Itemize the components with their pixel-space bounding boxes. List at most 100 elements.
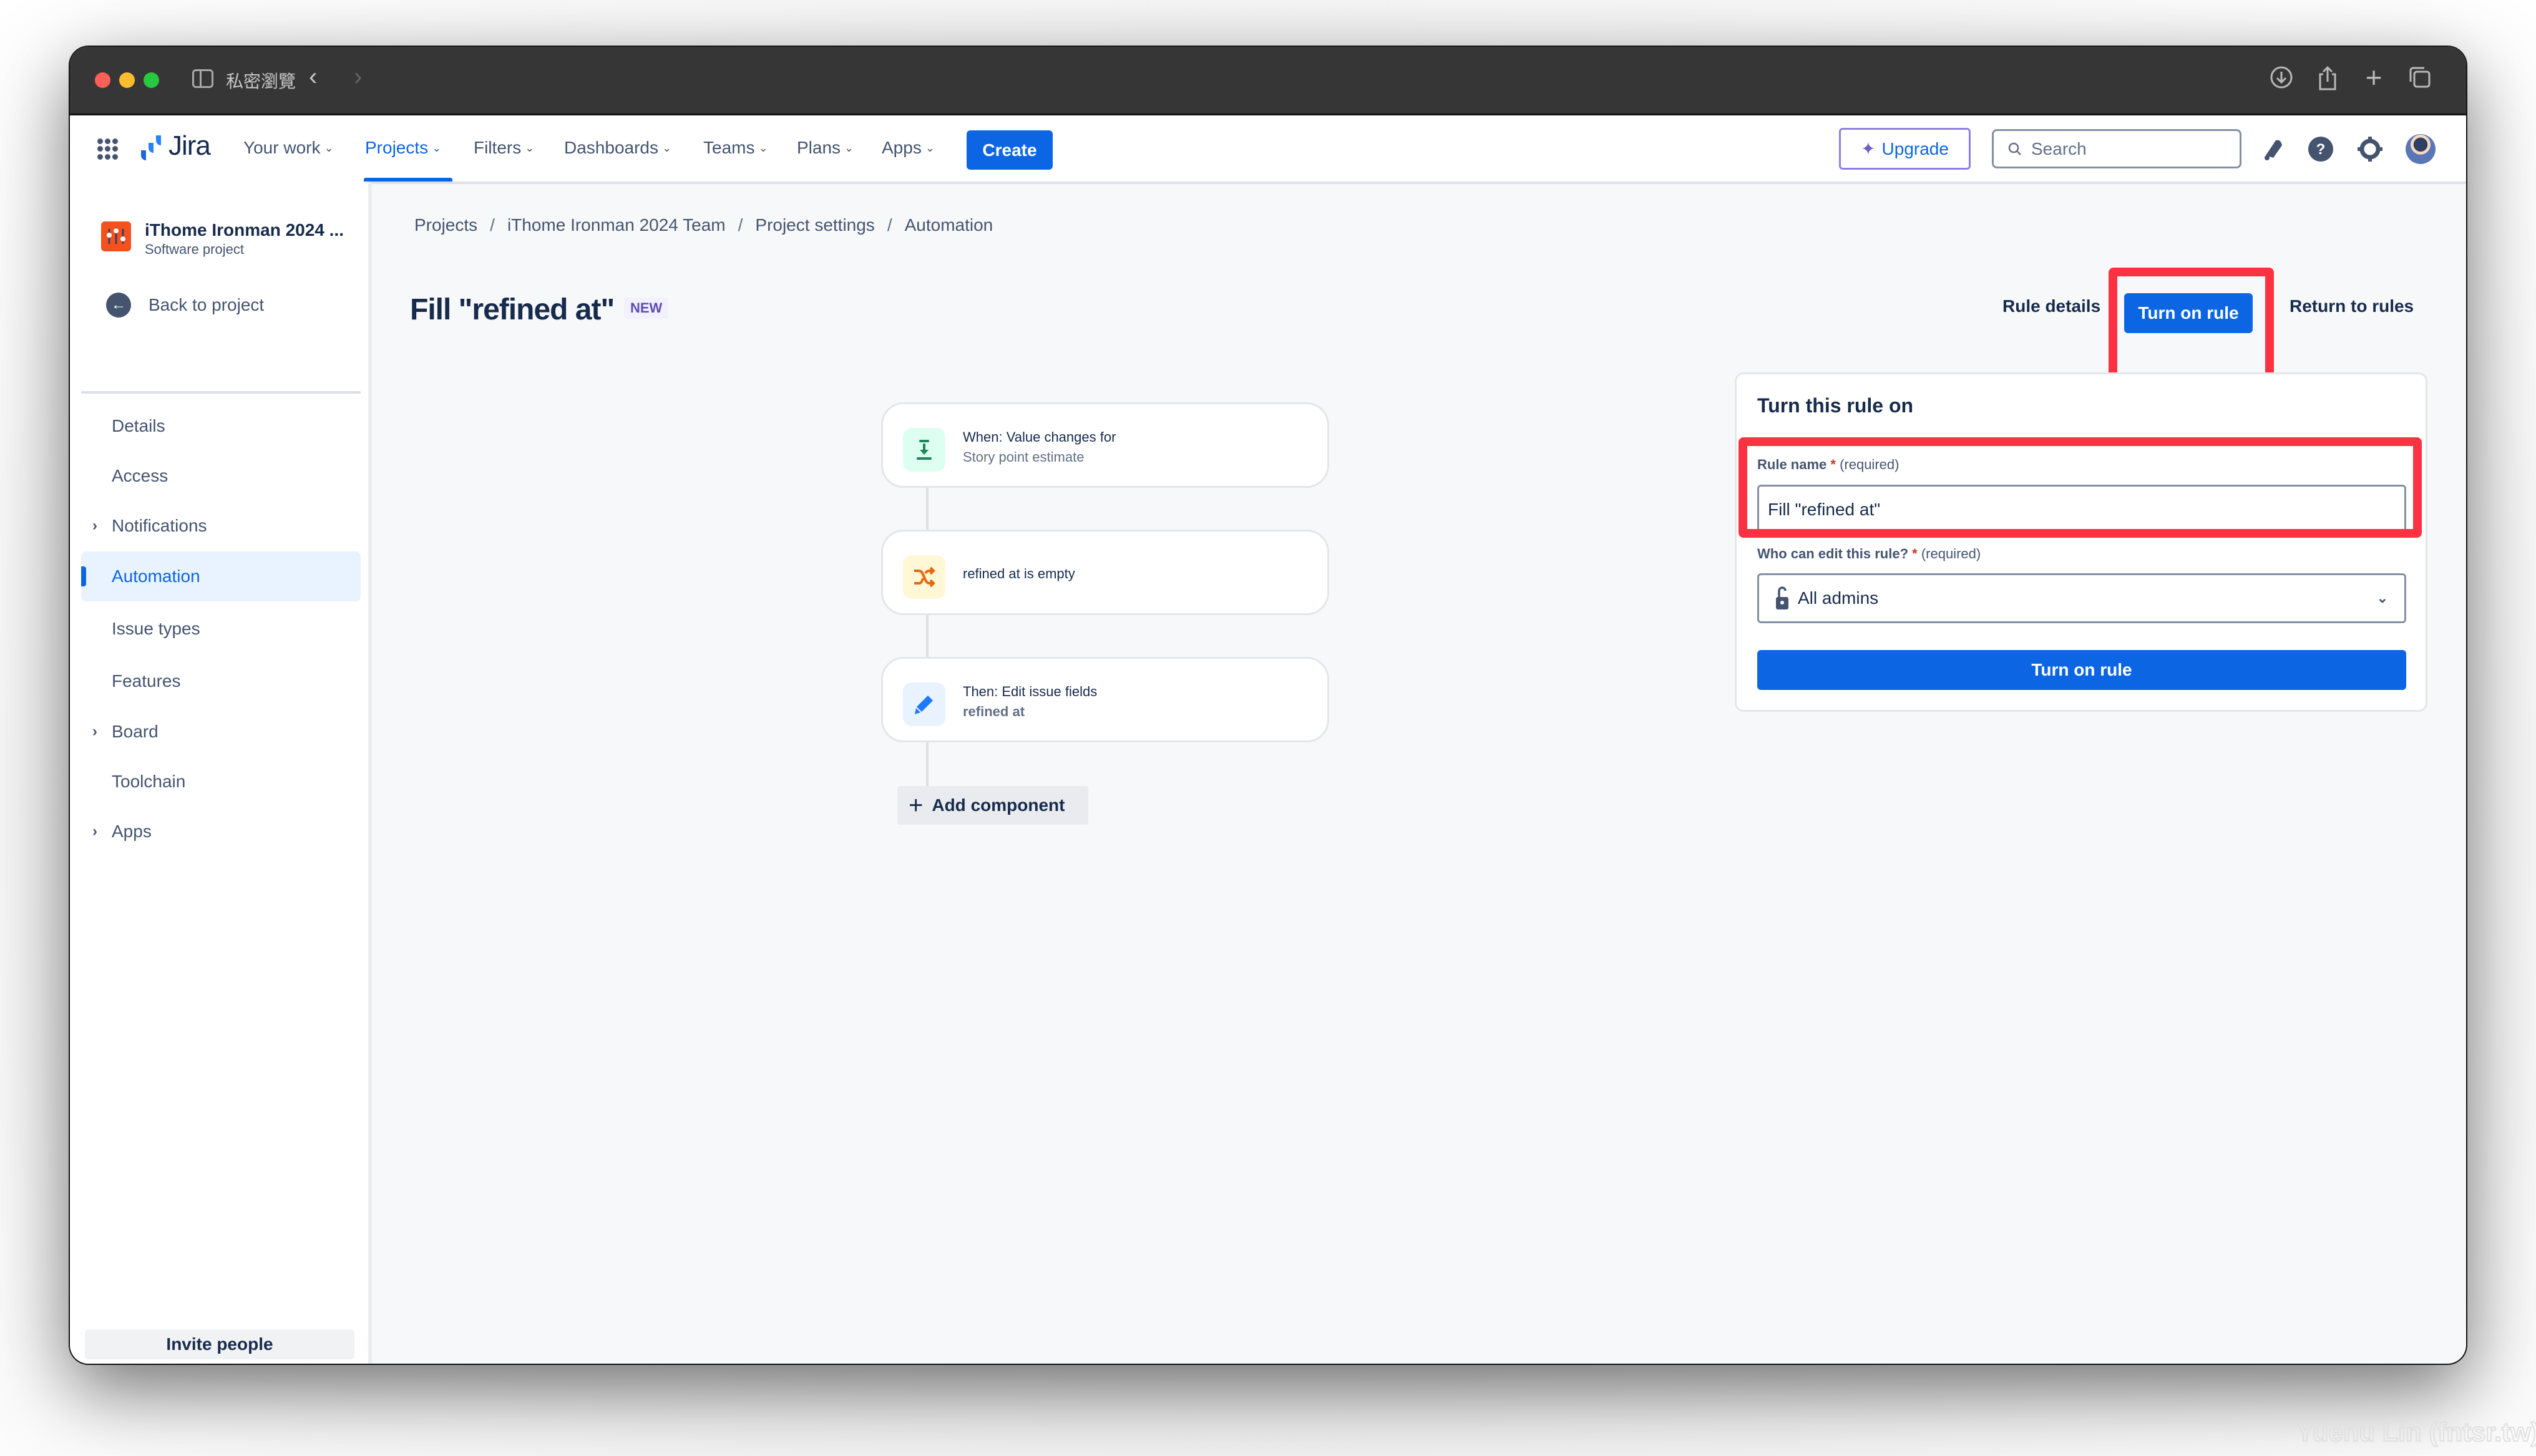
search-input[interactable]: Search xyxy=(1992,129,2241,168)
nav-projects[interactable]: Projects ⌄ xyxy=(365,138,441,158)
required-text: (required) xyxy=(1840,457,1900,472)
sidebar-item-access[interactable]: Access xyxy=(81,451,361,501)
nav-teams[interactable]: Teams ⌄ xyxy=(703,138,768,158)
upgrade-button[interactable]: ✦ Upgrade xyxy=(1839,128,1971,170)
chevron-right-icon: › xyxy=(92,823,97,840)
zoom-window-button[interactable] xyxy=(144,72,159,88)
search-placeholder: Search xyxy=(2031,138,2087,158)
search-icon xyxy=(2008,142,2021,155)
back-nav-icon[interactable]: ‹ xyxy=(309,63,317,91)
condition-title: refined at is empty xyxy=(963,566,1075,581)
svg-text:?: ? xyxy=(2316,141,2326,158)
action-card[interactable]: Then: Edit issue fields refined at xyxy=(881,657,1329,742)
project-avatar-icon xyxy=(101,221,131,251)
minimize-window-button[interactable] xyxy=(119,72,135,88)
notifications-bell-icon[interactable] xyxy=(2257,134,2287,164)
sidebar-item-issue-types[interactable]: Issue types xyxy=(81,604,361,654)
nav-label: Apps xyxy=(882,138,922,157)
new-tab-icon[interactable]: + xyxy=(2360,61,2387,94)
sidebar-item-label: Features xyxy=(112,671,181,691)
jira-wordmark[interactable]: Jira xyxy=(168,130,211,162)
rule-details-button[interactable]: Rule details xyxy=(2002,296,2100,316)
nav-your-work[interactable]: Your work ⌄ xyxy=(243,138,334,158)
label-text: Who can edit this rule? xyxy=(1757,546,1909,561)
sidebar-item-label: Automation xyxy=(112,566,200,586)
forward-nav-icon[interactable]: › xyxy=(354,63,362,91)
sidebar-item-apps[interactable]: › Apps xyxy=(81,807,361,857)
sidebar-item-label: Notifications xyxy=(112,516,207,535)
breadcrumb-project[interactable]: iThome Ironman 2024 Team xyxy=(507,215,726,235)
close-window-button[interactable] xyxy=(95,72,110,88)
sidebar-toggle-icon[interactable] xyxy=(192,69,213,88)
sidebar-item-toolchain[interactable]: Toolchain xyxy=(81,757,361,807)
nav-plans[interactable]: Plans ⌄ xyxy=(797,138,854,158)
help-icon[interactable]: ? xyxy=(2306,134,2336,164)
breadcrumb-automation[interactable]: Automation xyxy=(905,215,993,235)
sidebar-item-notifications[interactable]: › Notifications xyxy=(81,501,361,551)
nav-label: Dashboards xyxy=(564,138,658,157)
nav-dashboards[interactable]: Dashboards ⌄ xyxy=(564,138,671,158)
download-icon[interactable] xyxy=(2268,66,2295,95)
browser-window: 私密瀏覽 ‹ › + Jira Your work ⌄ Projects ⌄ Fil… xyxy=(70,47,2466,1364)
user-avatar[interactable] xyxy=(2406,134,2436,164)
sidebar-item-automation[interactable]: Automation xyxy=(81,551,361,601)
nav-label: Your work xyxy=(243,138,321,157)
back-label: Back to project xyxy=(149,295,265,314)
turn-on-rule-header-button[interactable]: Turn on rule xyxy=(2124,293,2253,333)
return-to-rules-button[interactable]: Return to rules xyxy=(2290,296,2414,316)
turn-on-rule-submit-button[interactable]: Turn on rule xyxy=(1757,650,2406,690)
unlock-icon xyxy=(1776,586,1788,609)
action-title: Then: Edit issue fields xyxy=(963,684,1098,699)
chevron-down-icon: ⌄ xyxy=(525,142,535,154)
sidebar-item-board[interactable]: › Board xyxy=(81,707,361,757)
rule-name-value: Fill "refined at" xyxy=(1768,500,1881,519)
back-to-project-link[interactable]: ← Back to project xyxy=(106,293,264,318)
chevron-down-icon: ⌄ xyxy=(324,142,334,154)
share-icon[interactable] xyxy=(2314,66,2341,97)
tab-overview-icon[interactable] xyxy=(2406,66,2434,95)
turn-rule-on-panel: Turn this rule on Rule name * (required)… xyxy=(1735,372,2427,712)
chevron-down-icon: ⌄ xyxy=(758,142,768,154)
flow-connector xyxy=(926,742,929,790)
page-title: Fill "refined at" xyxy=(410,293,615,326)
trigger-title: When: Value changes for xyxy=(963,429,1116,445)
who-can-edit-select[interactable]: All admins ⌄ xyxy=(1757,573,2406,623)
condition-card[interactable]: refined at is empty xyxy=(881,530,1329,615)
nav-label: Filters xyxy=(474,138,522,157)
nav-label: Projects xyxy=(365,138,429,157)
rule-name-input[interactable]: Fill "refined at" xyxy=(1757,485,2406,535)
author-watermark: Yuehu Lin (fntsr.tw) xyxy=(2296,1417,2536,1447)
create-button[interactable]: Create xyxy=(967,130,1053,170)
add-component-button[interactable]: + Add component xyxy=(897,786,1088,825)
chevron-down-icon: ⌄ xyxy=(2376,590,2388,606)
jira-logo-icon[interactable] xyxy=(135,134,162,162)
chevron-down-icon: ⌄ xyxy=(661,142,672,154)
nav-filters[interactable]: Filters ⌄ xyxy=(474,138,534,158)
breadcrumb-separator: / xyxy=(738,215,743,235)
label-text: Rule name xyxy=(1757,457,1827,472)
sidebar-item-label: Toolchain xyxy=(112,772,186,791)
sidebar-item-label: Apps xyxy=(112,822,152,841)
chevron-right-icon: › xyxy=(92,517,97,534)
trigger-card[interactable]: When: Value changes for Story point esti… xyxy=(881,402,1329,488)
sidebar-item-features[interactable]: Features xyxy=(81,656,361,706)
project-settings-sidebar: iThome Ironman 2024 ... Software project… xyxy=(70,182,372,1364)
breadcrumb-separator: / xyxy=(490,215,495,235)
project-name[interactable]: iThome Ironman 2024 ... xyxy=(145,220,344,240)
sidebar-item-details[interactable]: Details xyxy=(81,401,361,451)
new-badge: NEW xyxy=(624,298,669,319)
action-subtitle: refined at xyxy=(963,704,1025,719)
app-switcher-icon[interactable] xyxy=(97,138,119,160)
selected-editor-value: All admins xyxy=(1798,588,1879,608)
breadcrumb-projects[interactable]: Projects xyxy=(414,215,477,235)
required-asterisk: * xyxy=(1830,457,1836,472)
breadcrumb-project-settings[interactable]: Project settings xyxy=(755,215,874,235)
panel-title: Turn this rule on xyxy=(1757,394,1914,417)
sidebar-item-label: Details xyxy=(112,416,165,435)
settings-gear-icon[interactable] xyxy=(2355,134,2385,164)
breadcrumb: Projects / iThome Ironman 2024 Team / Pr… xyxy=(414,215,993,235)
sidebar-divider xyxy=(81,391,361,394)
required-text: (required) xyxy=(1921,546,1981,561)
nav-apps[interactable]: Apps ⌄ xyxy=(882,138,935,158)
invite-people-button[interactable]: Invite people xyxy=(85,1329,354,1359)
